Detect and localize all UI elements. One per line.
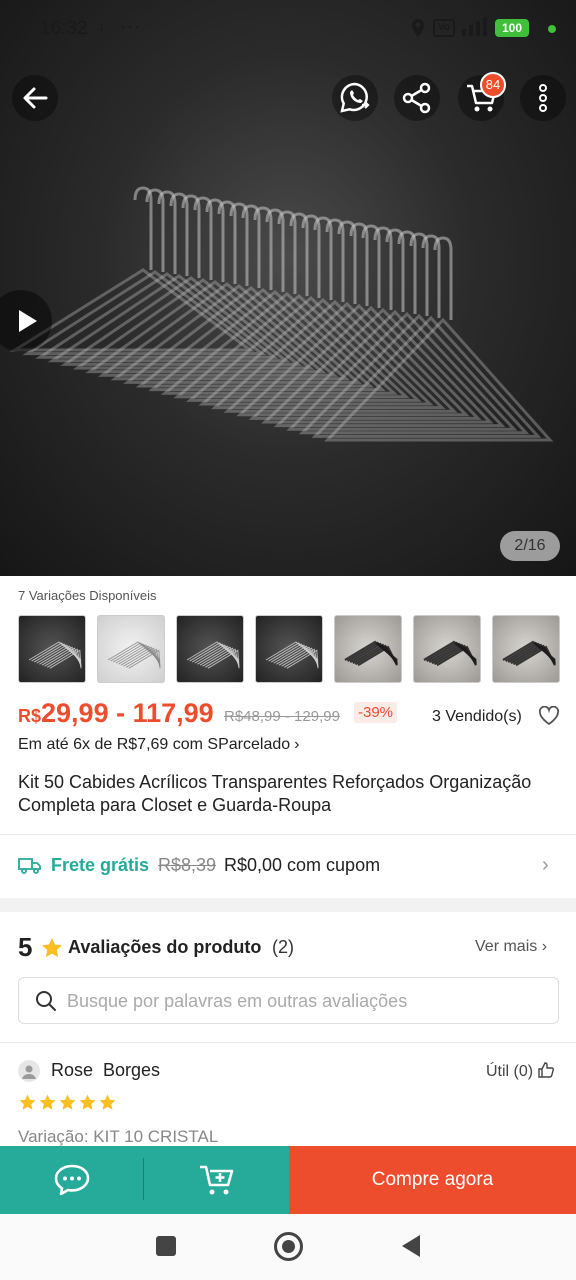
reviews-count: (2) [272, 937, 294, 957]
star-icon [59, 1094, 76, 1110]
truck-icon [18, 858, 41, 874]
notification-dots: ··· [120, 16, 141, 36]
product-image-gallery[interactable]: 16:32 ↓ ··· Vo 100 84 2/16 [0, 0, 576, 576]
volte-icon: Vo [433, 19, 455, 37]
product-photo-hangers [9, 186, 554, 442]
variations-label: 7 Variações Disponíveis [18, 588, 157, 603]
hanger-thumbnail-image [28, 641, 82, 669]
system-nav-bar [0, 1214, 576, 1280]
price-row: R$29,99 - 117,99 R$48,99 - 129,99 -39% 3… [18, 698, 563, 732]
variation-thumbnail[interactable] [176, 615, 244, 683]
buy-now-button[interactable]: Compre agora [289, 1146, 576, 1214]
whatsapp-share-icon [340, 82, 370, 113]
see-more-link[interactable]: Ver mais › [475, 938, 547, 956]
discount-badge: -39% [354, 702, 398, 723]
search-icon [36, 991, 56, 1011]
variation-thumbnail[interactable] [255, 615, 323, 683]
add-to-cart-button[interactable] [144, 1146, 289, 1214]
share-button[interactable] [394, 75, 440, 121]
whatsapp-share-button[interactable] [332, 75, 378, 121]
sold-count: 3 Vendido(s) [432, 708, 522, 725]
variation-thumbnail[interactable] [492, 615, 560, 683]
hanger-thumbnail-image [344, 640, 398, 667]
hanger-thumbnail-image [265, 641, 319, 669]
back-button[interactable] [12, 75, 58, 121]
installments-link[interactable]: Em até 6x de R$7,69 com SParcelado › [18, 736, 299, 754]
download-icon: ↓ [98, 18, 106, 35]
recent-apps-icon[interactable] [156, 1236, 176, 1256]
reviewer-name: Rose Borges [51, 1060, 161, 1080]
original-price: R$48,99 - 129,99 [224, 708, 340, 725]
installments-text: Em até 6x de R$7,69 com SParcelado [18, 736, 291, 753]
variation-thumbnails [18, 615, 560, 683]
chat-button[interactable] [0, 1146, 144, 1214]
user-icon [22, 1065, 36, 1079]
hanger-thumbnail-image [186, 641, 240, 669]
privacy-dot [548, 25, 556, 33]
section-separator [0, 898, 576, 912]
divider [0, 834, 576, 835]
favorite-heart-icon[interactable] [538, 706, 560, 726]
hanger-thumbnail-image [502, 640, 556, 667]
shipping-old-price: R$8,39 [158, 855, 217, 875]
home-icon[interactable] [274, 1232, 303, 1261]
chevron-right-icon: › [294, 736, 300, 753]
play-icon [19, 310, 37, 332]
review-author-row: Rose Borges Útil (0) [18, 1058, 558, 1086]
rating-score: 5 [18, 932, 33, 962]
review-search-input[interactable] [67, 986, 547, 1016]
variation-thumbnail[interactable] [97, 615, 165, 683]
cart-count-badge: 84 [480, 72, 506, 98]
variation-thumbnail[interactable] [413, 615, 481, 683]
product-title: Kit 50 Cabides Acrílicos Transparentes R… [18, 772, 532, 815]
star-icon [99, 1094, 116, 1110]
star-icon [39, 1094, 56, 1110]
signal-icon [462, 17, 487, 36]
reviews-title: Avaliações do produto [68, 937, 262, 957]
shipping-row[interactable]: Frete grátis R$8,39 R$0,00 com cupom › [18, 852, 558, 882]
review-rating-stars [18, 1093, 117, 1112]
status-bar: 16:32 ↓ ··· Vo 100 [0, 0, 576, 58]
shipping-new-price: R$0,00 com cupom [224, 855, 381, 875]
price-currency: R$ [18, 706, 42, 726]
price-range: R$29,99 - 117,99 [18, 698, 214, 729]
chevron-right-icon: › [542, 854, 549, 876]
share-icon [402, 82, 431, 114]
price-value: 29,99 - 117,99 [41, 698, 214, 728]
divider [0, 1042, 576, 1043]
status-time: 16:32 [40, 18, 88, 39]
image-counter: 2/16 [500, 531, 560, 561]
free-shipping-label: Frete grátis [51, 855, 150, 875]
helpful-label: Útil (0) [486, 1063, 534, 1080]
thumbs-up-icon [537, 1062, 554, 1078]
battery-icon: 100 [495, 19, 529, 37]
star-icon [19, 1094, 36, 1110]
variation-thumbnail[interactable] [18, 615, 86, 683]
hanger-thumbnail-image [107, 641, 161, 669]
bottom-action-bar: Compre agora [0, 1146, 576, 1214]
helpful-button[interactable]: Útil (0) [486, 1062, 554, 1081]
hanger-thumbnail-image [423, 640, 477, 667]
reviews-header: 5 Avaliações do produto (2) Ver mais › [18, 932, 558, 964]
review-search-box[interactable] [18, 977, 559, 1024]
add-to-cart-icon [199, 1165, 233, 1195]
avatar[interactable] [18, 1060, 40, 1082]
more-vertical-icon [539, 84, 547, 112]
more-options-button[interactable] [520, 75, 566, 121]
location-icon [412, 19, 424, 37]
back-arrow-icon [23, 87, 48, 109]
nav-back-icon[interactable] [402, 1235, 420, 1257]
star-icon [42, 938, 62, 958]
chat-icon [54, 1164, 90, 1196]
variation-thumbnail[interactable] [334, 615, 402, 683]
star-icon [79, 1094, 96, 1110]
review-variation: Variação: KIT 10 CRISTAL [18, 1127, 219, 1146]
